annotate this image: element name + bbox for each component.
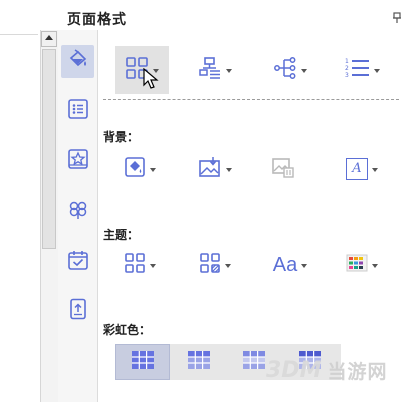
- fill-color-button[interactable]: [113, 145, 167, 193]
- sidebar-item-calendar-check[interactable]: [61, 245, 94, 278]
- star-frame-icon: [67, 148, 89, 174]
- text-style-button[interactable]: A: [335, 145, 389, 193]
- table-grid-icon: [242, 351, 265, 373]
- sidebar-item-clover[interactable]: [61, 194, 94, 227]
- chevron-down-icon: [301, 69, 307, 73]
- clover-icon: [67, 198, 89, 224]
- tablet-upload-icon: [67, 298, 89, 324]
- list-icon: [67, 98, 89, 124]
- chevron-down-icon: [301, 264, 308, 268]
- color-theme-icon: [346, 252, 368, 278]
- chevron-down-icon: [226, 168, 232, 172]
- text-style-icon: A: [346, 158, 368, 180]
- chevron-down-icon: [150, 168, 156, 172]
- sidebar-item-format-paint[interactable]: [61, 45, 94, 78]
- insert-image-icon: [198, 156, 222, 182]
- chevron-down-icon: [150, 264, 156, 268]
- image-delete-icon: [271, 156, 295, 182]
- mouse-cursor-icon: [143, 67, 159, 94]
- tree-branch-button[interactable]: [263, 46, 317, 94]
- numbered-list-icon: 123: [344, 56, 370, 84]
- chevron-down-icon: [374, 69, 380, 73]
- watermark-text: 当游网: [327, 361, 388, 383]
- grid-layout-button[interactable]: [115, 46, 169, 94]
- chevron-down-icon: [372, 168, 378, 172]
- scroll-thumb[interactable]: [42, 49, 56, 249]
- rainbow-section-label: 彩虹色：: [103, 323, 152, 337]
- calendar-check-icon: [67, 249, 89, 275]
- watermark: 3DM 当游网: [266, 357, 387, 384]
- fill-color-icon: [124, 156, 146, 182]
- rainbow-swatch-1[interactable]: [115, 344, 170, 380]
- numbered-list-button[interactable]: 123: [335, 46, 389, 94]
- document-area: [0, 34, 38, 403]
- sidebar-item-list[interactable]: [61, 94, 94, 127]
- paint-bucket-icon: [67, 48, 89, 75]
- svg-text:3: 3: [345, 72, 349, 79]
- panel-titlebar: [0, 0, 407, 34]
- tree-branch-icon: [273, 56, 297, 84]
- color-theme-button[interactable]: [335, 241, 389, 289]
- font-theme-icon: Aa: [272, 253, 298, 276]
- font-theme-button[interactable]: Aa: [263, 241, 317, 289]
- chevron-down-icon: [372, 264, 378, 268]
- chevron-down-icon: [225, 264, 231, 268]
- table-grid-icon: [131, 351, 154, 373]
- svg-text:2: 2: [345, 65, 349, 72]
- rainbow-swatch-2[interactable]: [171, 344, 226, 380]
- org-chart-icon: [198, 56, 222, 84]
- theme-grid-pattern-icon: [199, 252, 221, 278]
- sidebar-item-star-frame[interactable]: [61, 144, 94, 177]
- background-section-label: 背景：: [103, 130, 140, 144]
- panel-title: 页面格式: [67, 12, 127, 28]
- svg-text:1: 1: [345, 58, 349, 65]
- insert-image-button[interactable]: [188, 145, 242, 193]
- chevron-down-icon: [226, 69, 232, 73]
- image-delete-button[interactable]: [256, 145, 310, 193]
- theme-grid-pattern-button[interactable]: [188, 241, 242, 289]
- table-grid-icon: [187, 351, 210, 373]
- sidebar-item-tablet-upload[interactable]: [61, 294, 94, 327]
- theme-grid-button[interactable]: [113, 241, 167, 289]
- watermark-logo: 3DM: [266, 358, 322, 383]
- theme-grid-icon: [124, 252, 146, 278]
- scroll-up-button[interactable]: [41, 31, 57, 47]
- pin-icon[interactable]: [392, 12, 402, 27]
- org-chart-button[interactable]: [188, 46, 242, 94]
- section-divider: [103, 99, 399, 100]
